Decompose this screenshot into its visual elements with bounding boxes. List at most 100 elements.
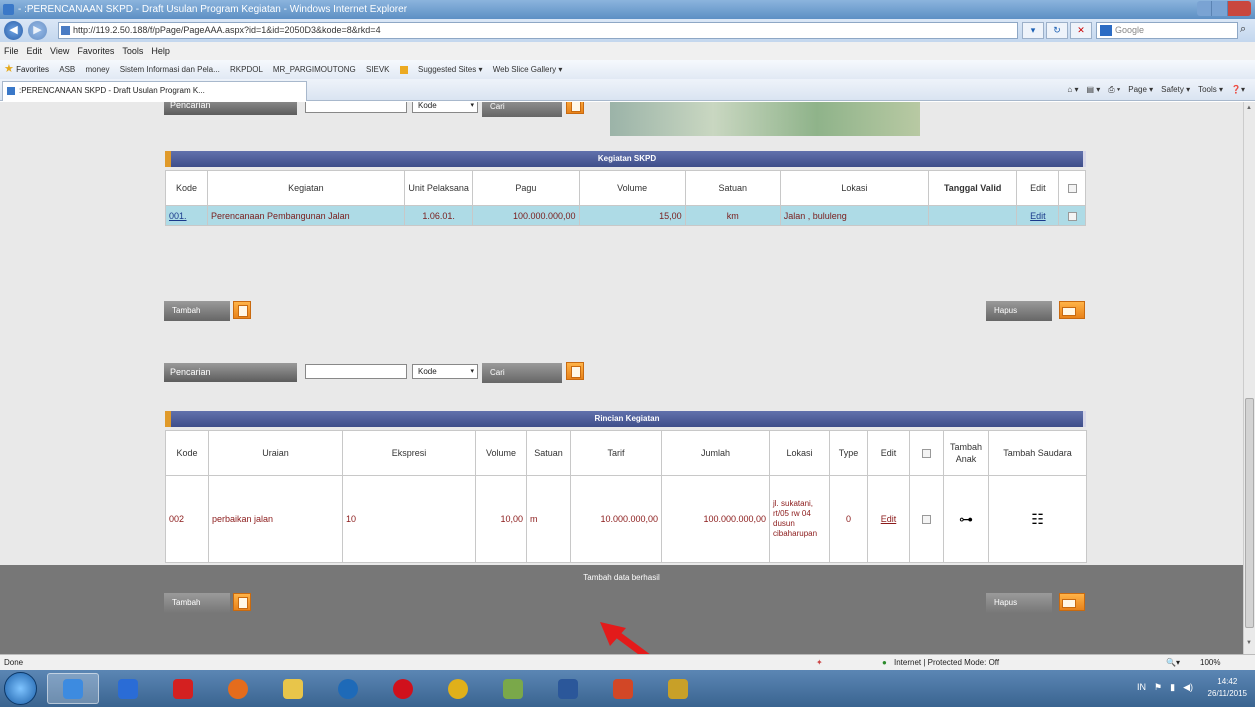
maximize-button[interactable] — [1212, 1, 1228, 16]
table-row[interactable]: 002 perbaikan jalan 10 10,00 m 10.000.00… — [165, 475, 1087, 563]
fav-item-sistem[interactable]: Sistem Informasi dan Pela... — [120, 65, 220, 74]
hapus-icon-1[interactable] — [1059, 301, 1085, 319]
fav-item-mr[interactable]: MR_PARGIMOUTONG — [273, 65, 356, 74]
taskbar-opera[interactable] — [377, 673, 429, 704]
add-sibling-icon[interactable]: ☷ — [988, 475, 1087, 563]
scroll-thumb[interactable] — [1245, 398, 1254, 628]
menu-file[interactable]: File — [4, 42, 19, 60]
search1-go-icon[interactable] — [566, 102, 584, 114]
col-check — [909, 430, 944, 476]
forward-button[interactable]: ▶ — [28, 21, 47, 40]
address-tools: ▾ ↻ ✕ — [1022, 22, 1092, 39]
fav-item-webslice[interactable]: Web Slice Gallery ▾ — [493, 65, 563, 74]
fav-item-money[interactable]: money — [86, 65, 110, 74]
search-icon[interactable]: ⌕ — [1240, 23, 1246, 36]
close-button[interactable] — [1227, 1, 1251, 16]
menu-favorites[interactable]: Favorites — [77, 42, 114, 60]
row-checkbox[interactable] — [1067, 211, 1077, 221]
start-button[interactable] — [4, 672, 37, 705]
fav-item-asb[interactable]: ASB — [59, 65, 75, 74]
tambah-icon-2[interactable] — [233, 593, 251, 611]
taskbar-pdf[interactable] — [157, 673, 209, 704]
select-all-checkbox[interactable] — [1067, 184, 1077, 194]
hapus-button-1[interactable]: Hapus — [986, 301, 1052, 321]
hapus-icon-2[interactable] — [1059, 593, 1085, 611]
network-icon[interactable]: ▮ — [1170, 682, 1175, 693]
taskbar-explorer[interactable] — [267, 673, 319, 704]
edit-link[interactable]: Edit — [1030, 211, 1046, 221]
zoom-level[interactable]: 100% — [1200, 655, 1220, 670]
fav-item-suggested[interactable]: Suggested Sites ▾ — [418, 65, 483, 74]
menu-view[interactable]: View — [50, 42, 69, 60]
back-button[interactable]: ◀ — [4, 21, 23, 40]
kode-link[interactable]: 001. — [169, 211, 187, 221]
search1-input[interactable] — [305, 102, 407, 113]
cell-volume: 10,00 — [475, 475, 527, 563]
tambah-button-2[interactable]: Tambah — [164, 593, 230, 613]
taskbar-tool[interactable] — [487, 673, 539, 704]
home-icon[interactable]: ⌂ ▾ — [1067, 82, 1078, 98]
search2-input[interactable] — [305, 364, 407, 379]
zoom-icon[interactable]: 🔍▾ — [1166, 655, 1180, 670]
cmd-safety[interactable]: Safety ▾ — [1161, 82, 1190, 98]
refresh-icon[interactable]: ↻ — [1046, 22, 1068, 39]
zone-text: Internet | Protected Mode: Off — [894, 658, 1000, 667]
fav-item-rkpdol[interactable]: RKPDOL — [230, 65, 263, 74]
menu-tools[interactable]: Tools — [122, 42, 143, 60]
tab-active[interactable]: :PERENCANAAN SKPD - Draft Usulan Program… — [2, 81, 307, 101]
address-input[interactable]: http://119.2.50.188/f/pPage/PageAAA.aspx… — [58, 22, 1018, 39]
menu-help[interactable]: Help — [151, 42, 170, 60]
search2-label: Pencarian — [164, 363, 297, 382]
compat-icon[interactable]: ▾ — [1022, 22, 1044, 39]
taskbar-ie[interactable] — [47, 673, 99, 704]
scroll-up-icon[interactable]: ▲ — [1246, 105, 1252, 111]
minimize-button[interactable] — [1197, 1, 1213, 16]
search2-go-icon[interactable] — [566, 362, 584, 380]
taskbar-paint[interactable] — [652, 673, 704, 704]
cmd-page[interactable]: Page ▾ — [1128, 82, 1153, 98]
search1-select[interactable]: Kode ▾ — [412, 102, 478, 113]
search2-select[interactable]: Kode ▾ — [412, 364, 478, 379]
hapus-button-2[interactable]: Hapus — [986, 593, 1052, 613]
help-icon[interactable]: ❓▾ — [1231, 82, 1245, 98]
scroll-down-icon[interactable]: ▼ — [1246, 640, 1252, 646]
print-icon[interactable]: ⎙ ▾ — [1108, 82, 1120, 98]
fav-item-sievk[interactable]: SIEVK — [366, 65, 390, 74]
search2-button[interactable]: Cari — [482, 363, 562, 383]
menu-edit[interactable]: Edit — [27, 42, 43, 60]
taskbar-chrome[interactable] — [432, 673, 484, 704]
favorites-label[interactable]: Favorites — [16, 65, 49, 74]
taskbar-firefox[interactable] — [212, 673, 264, 704]
taskbar-powerpoint[interactable] — [597, 673, 649, 704]
cmd-tools[interactable]: Tools ▾ — [1198, 82, 1223, 98]
tambah-icon-1[interactable] — [233, 301, 251, 319]
powerpoint-icon — [613, 678, 633, 699]
search-input[interactable]: Google — [1096, 22, 1238, 39]
cell-ekspresi: 10 — [342, 475, 476, 563]
add-child-icon[interactable]: ⊶ — [943, 475, 989, 563]
firefox-icon — [228, 678, 248, 699]
stop-icon[interactable]: ✕ — [1070, 22, 1092, 39]
row-checkbox[interactable] — [922, 515, 931, 525]
taskbar-media[interactable] — [102, 673, 154, 704]
volume-icon[interactable]: ◀) — [1183, 682, 1193, 693]
col-edit: Edit — [1016, 170, 1060, 206]
flag-icon[interactable]: ⚑ — [1154, 682, 1162, 693]
clock[interactable]: 14:42 26/11/2015 — [1208, 676, 1247, 700]
tab-label: :PERENCANAAN SKPD - Draft Usulan Program… — [19, 86, 205, 95]
table-row[interactable]: 001. Perencanaan Pembangunan Jalan 1.06.… — [164, 205, 1086, 226]
taskbar-app[interactable] — [322, 673, 374, 704]
col-edit: Edit — [867, 430, 910, 476]
favorites-star-icon[interactable]: ★ — [4, 63, 14, 75]
feeds-icon[interactable]: ▤ ▾ — [1086, 82, 1100, 98]
vertical-scrollbar[interactable]: ▲ ▼ — [1243, 102, 1255, 654]
ie-icon — [63, 678, 83, 699]
tambah-button-1[interactable]: Tambah — [164, 301, 230, 321]
edit-link[interactable]: Edit — [881, 514, 897, 524]
clock-date: 26/11/2015 — [1207, 689, 1247, 698]
col-tambah-anak: Tambah Anak — [943, 430, 989, 476]
search1-button[interactable]: Cari — [482, 102, 562, 117]
language-icon[interactable]: IN — [1137, 682, 1146, 693]
taskbar-word[interactable] — [542, 673, 594, 704]
select-all-checkbox[interactable] — [922, 449, 931, 459]
